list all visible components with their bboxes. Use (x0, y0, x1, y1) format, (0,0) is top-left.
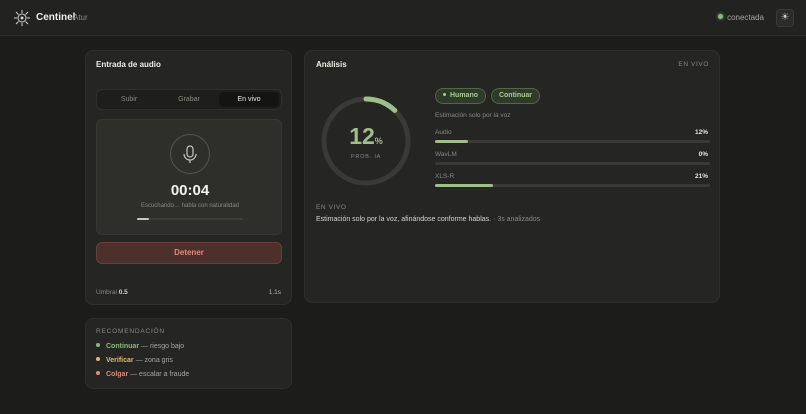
recommendation-action: Continuar (106, 343, 140, 350)
recommendation-action: Verificar (106, 357, 134, 364)
brand-subtitle: Atur (73, 13, 88, 22)
recommendation-desc: — riesgo bajo (139, 343, 185, 350)
live-tag: EN VIVO (678, 61, 709, 68)
analysis-card: Análisis EN VIVO 12% PROB. IA Humano Con… (304, 50, 720, 303)
summary-meta: · 3s analizados (491, 216, 541, 223)
connection-status: conectada (718, 13, 764, 22)
summary-text: Estimación solo por la voz, afinándose c… (316, 216, 492, 223)
status-dot-icon (96, 357, 100, 361)
sun-icon: ☀ (780, 12, 790, 23)
recommendation-action: Colgar (106, 371, 129, 378)
verdict-text: Humano (450, 92, 478, 99)
analysis-card-title: Análisis (316, 60, 347, 69)
recommendation-card: RECOMENDACIÓN Continuar — riesgo bajo Ve… (85, 318, 292, 389)
microphone-icon (183, 145, 197, 163)
status-dot-icon (96, 371, 100, 375)
status-dot-icon (96, 343, 100, 347)
status-dot-icon (718, 14, 724, 19)
logo-icon (14, 10, 30, 26)
tab-subir[interactable]: Subir (99, 92, 159, 107)
audio-input-card: Entrada de audio Subir Grabar En vivo 00… (85, 50, 292, 305)
listening-hint: Escuchando… habla con naturalidad (140, 203, 240, 209)
recommendation-desc: — zona gris (133, 357, 173, 364)
recommendation-title: RECOMENDACIÓN (96, 328, 165, 335)
metric-bar-fill (435, 184, 493, 187)
metric-value: 0% (698, 151, 708, 158)
threshold-value: 0.5 (118, 289, 128, 296)
metric-name: WavLM (435, 151, 457, 158)
analysis-summary: Estimación solo por la voz, afinándose c… (316, 216, 540, 223)
top-bar: Centinel Atur conectada ☀ (0, 0, 806, 36)
estimate-note: Estimación solo por la voz (435, 112, 511, 119)
action-badge: Continuar (491, 88, 540, 104)
recommendation-item: Colgar — escalar a fraude (96, 371, 189, 378)
status-dot-icon (443, 93, 446, 96)
metric-name: Audio (435, 129, 452, 136)
threshold-label: Umbral (96, 289, 117, 296)
recommendation-desc: — escalar a fraude (128, 371, 190, 378)
recommendation-item: Verificar — zona gris (96, 357, 173, 364)
threshold-readout: Umbral 0.5 (96, 289, 128, 296)
input-level-fill (137, 218, 149, 220)
latency-readout: 1.1s (268, 289, 281, 296)
verdict-badge: Humano (435, 88, 486, 104)
metric-bar (435, 140, 710, 143)
metric-bar (435, 184, 710, 187)
metric-bar (435, 162, 710, 165)
probability-value: 12% (319, 123, 413, 150)
microphone-button[interactable] (170, 134, 210, 174)
probability-label: PROB. IA (350, 154, 382, 160)
theme-toggle-button[interactable]: ☀ (776, 9, 794, 27)
recommendation-item: Continuar — riesgo bajo (96, 343, 184, 350)
probability-number: 12 (349, 123, 375, 149)
input-level-meter (137, 218, 243, 220)
metric-value: 12% (694, 129, 708, 136)
audio-card-title: Entrada de audio (96, 60, 161, 69)
input-mode-tabs: Subir Grabar En vivo (96, 89, 282, 110)
brand-name: Centinel (36, 12, 76, 23)
recording-panel: 00:04 Escuchando… habla con naturalidad (96, 119, 282, 235)
metric-bar-fill (435, 140, 468, 143)
metric-value: 21% (694, 173, 708, 180)
metric-name: XLS-R (435, 173, 455, 180)
stop-button[interactable]: Detener (96, 242, 282, 264)
recording-timer: 00:04 (170, 182, 210, 199)
live-section-label: EN VIVO (316, 204, 347, 211)
tab-en-vivo[interactable]: En vivo (219, 92, 279, 107)
tab-grabar[interactable]: Grabar (159, 92, 219, 107)
status-text: conectada (727, 13, 764, 22)
probability-unit: % (374, 136, 383, 146)
